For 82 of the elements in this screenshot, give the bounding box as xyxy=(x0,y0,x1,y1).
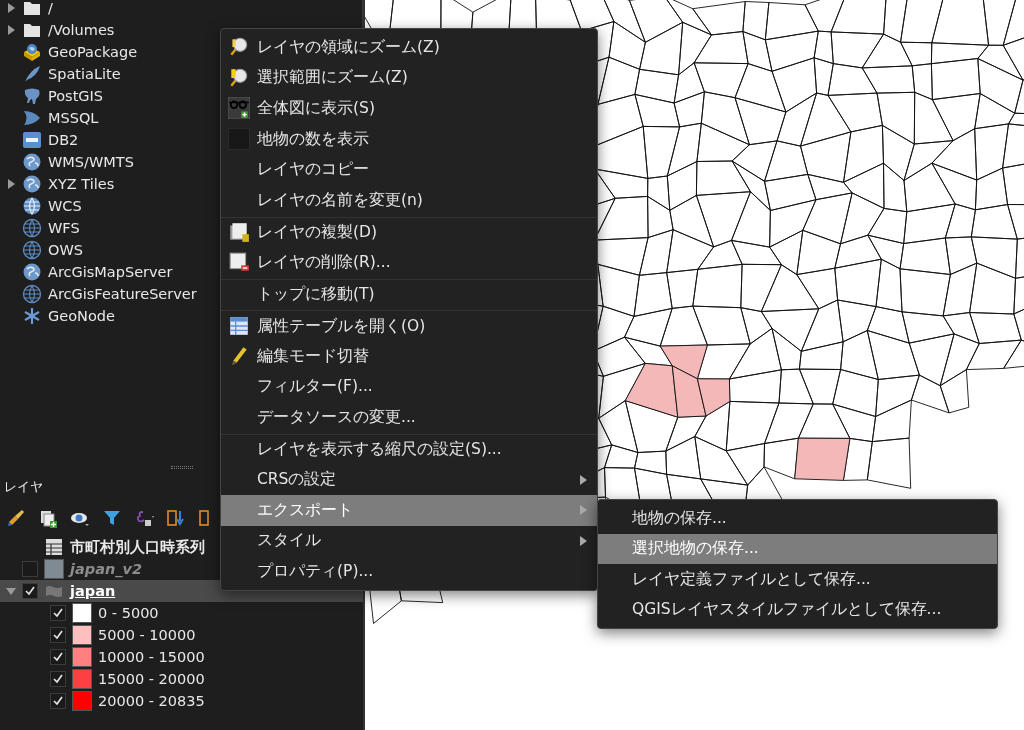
tree-item[interactable]: WMS/WMTS xyxy=(48,154,134,170)
table-icon xyxy=(228,315,250,338)
checkbox[interactable] xyxy=(22,561,38,577)
legend-label: 5000 - 10000 xyxy=(98,627,196,643)
expand-arrow-icon[interactable] xyxy=(7,179,15,189)
filter-icon[interactable] xyxy=(102,508,122,528)
menu-item[interactable]: 属性テーブルを開く(O) xyxy=(221,310,597,341)
menu-item[interactable]: 編集モード切替 xyxy=(221,340,597,372)
checkbox[interactable] xyxy=(22,583,38,599)
menu-item[interactable]: レイヤの領域にズーム(Z) xyxy=(221,32,597,63)
menu-item[interactable]: レイヤの複製(D) xyxy=(221,216,597,248)
package-globe-icon xyxy=(22,42,42,62)
globe-icon xyxy=(22,196,42,216)
tree-item[interactable]: GeoPackage xyxy=(48,44,138,60)
add-layer-icon[interactable] xyxy=(38,508,58,528)
expand-arrow-icon[interactable] xyxy=(7,3,15,13)
move-down-icon[interactable] xyxy=(166,508,186,528)
tree-item[interactable]: ArcGisFeatureServer xyxy=(48,286,197,302)
checkbox[interactable] xyxy=(50,605,66,621)
tree-item[interactable]: WFS xyxy=(48,220,80,236)
menu-item[interactable]: エクスポート xyxy=(221,494,597,526)
legend-label: 15000 - 20000 xyxy=(98,671,205,687)
checkbox[interactable] xyxy=(50,671,66,687)
tree-item[interactable]: SpatiaLite xyxy=(48,66,121,82)
asterisk-icon xyxy=(22,306,42,326)
glasses-icon xyxy=(228,97,250,120)
menu-item[interactable]: レイヤのコピー xyxy=(221,154,597,185)
menu-item[interactable]: トップに移動(T) xyxy=(221,278,597,310)
tree-item[interactable]: WCS xyxy=(48,198,82,214)
layer-name[interactable]: japan xyxy=(70,583,116,599)
sail-icon xyxy=(22,108,42,128)
legend-label: 20000 - 20835 xyxy=(98,693,205,709)
legend-label: 10000 - 15000 xyxy=(98,649,205,665)
tree-item[interactable]: ArcGisMapServer xyxy=(48,264,173,280)
expand-arrow-icon[interactable] xyxy=(6,587,16,595)
menu-item[interactable]: CRSの設定 xyxy=(221,464,597,495)
menu-item[interactable]: スタイル xyxy=(221,525,597,557)
menu-item[interactable]: レイヤの削除(R)... xyxy=(221,247,597,278)
folder-icon xyxy=(22,0,42,18)
globe-icon xyxy=(22,174,42,194)
globe-icon xyxy=(22,152,42,172)
menu-item[interactable]: 地物の保存... xyxy=(598,503,997,534)
menu-item[interactable]: QGISレイヤスタイルファイルとして保存... xyxy=(598,594,997,625)
remove-layer-icon xyxy=(228,251,250,274)
tree-item[interactable]: OWS xyxy=(48,242,83,258)
selected-region xyxy=(794,437,851,481)
tree-item[interactable]: DB2 xyxy=(48,132,79,148)
layer-name[interactable]: 市町村別人口時系列 xyxy=(70,537,205,557)
menu-item[interactable]: 選択地物の保存... xyxy=(598,533,997,564)
duplicate-icon xyxy=(228,221,250,244)
menu-item[interactable]: 全体図に表示(S) xyxy=(221,93,597,124)
menu-item[interactable]: フィルター(F)... xyxy=(221,371,597,403)
menu-item[interactable]: 選択範囲にズーム(Z) xyxy=(221,62,597,94)
menu-item[interactable]: レイヤを表示する縮尺の設定(S)... xyxy=(221,433,597,465)
legend-label: 0 - 5000 xyxy=(98,605,159,621)
tree-item[interactable]: /Volumes xyxy=(48,22,115,38)
menu-item[interactable]: プロパティ(P)... xyxy=(221,556,597,587)
menu-item[interactable]: データソースの変更... xyxy=(221,402,597,433)
expand-arrow-icon[interactable] xyxy=(7,25,15,35)
menu-item[interactable]: レイヤの名前を変更(n) xyxy=(221,184,597,216)
tree-item[interactable]: / xyxy=(48,0,53,16)
checkbox[interactable] xyxy=(50,693,66,709)
splitter-handle[interactable] xyxy=(170,465,193,469)
magnifier-icon xyxy=(228,66,250,89)
feather-icon xyxy=(22,64,42,84)
globe-icon xyxy=(22,284,42,304)
table-icon xyxy=(44,537,64,557)
tree-item[interactable]: GeoNode xyxy=(48,308,115,324)
panel-title: レイヤ xyxy=(3,478,44,496)
menu-item[interactable]: 地物の数を表示 xyxy=(221,123,597,155)
globe-icon xyxy=(22,262,42,282)
tree-item[interactable]: PostGIS xyxy=(48,88,104,104)
globe-icon xyxy=(22,240,42,260)
checkbox[interactable] xyxy=(50,627,66,643)
paint-brush-icon[interactable] xyxy=(6,508,26,528)
globe-icon xyxy=(22,218,42,238)
tree-item[interactable]: XYZ Tiles xyxy=(48,176,115,192)
expression-icon[interactable] xyxy=(134,508,154,528)
checkbox[interactable] xyxy=(50,649,66,665)
tree-item[interactable]: MSSQL xyxy=(48,110,99,126)
layer-name[interactable]: japan_v2 xyxy=(70,561,143,577)
menu-item[interactable]: レイヤ定義ファイルとして保存... xyxy=(598,564,997,595)
